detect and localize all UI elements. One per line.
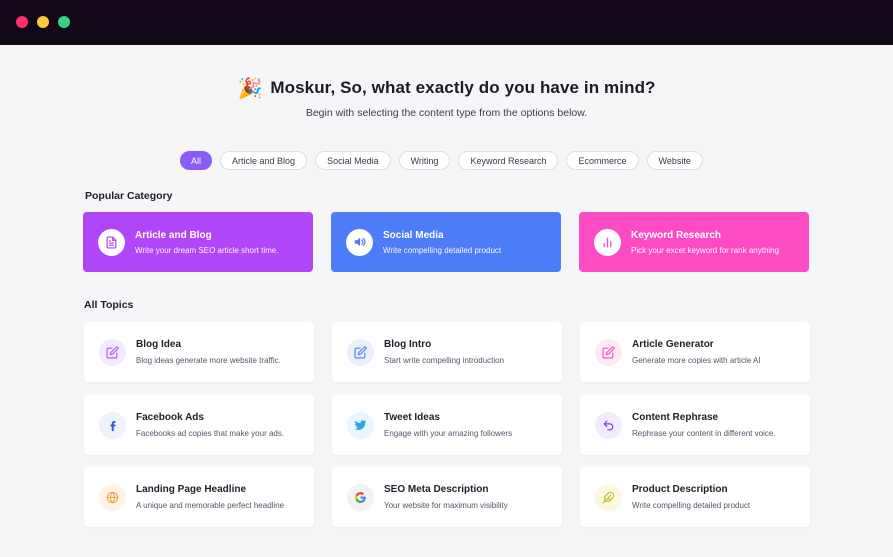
- content-type-filters: All Article and Blog Social Media Writin…: [180, 151, 703, 170]
- topic-card-title: Article Generator: [632, 339, 714, 350]
- page-subtitle: Begin with selecting the content type fr…: [305, 107, 588, 119]
- popular-card-article-and-blog[interactable]: Article and Blog Write your dream SEO ar…: [83, 212, 313, 272]
- topic-card-desc: Start write compelling introduction: [384, 356, 505, 365]
- undo-icon: [595, 411, 622, 439]
- filter-social-media[interactable]: Social Media: [315, 151, 391, 170]
- topic-card-desc: Write compelling detailed product: [632, 501, 751, 510]
- topic-card-seo-meta-description[interactable]: SEO Meta Description Your website for ma…: [332, 467, 562, 527]
- popular-card-desc: Write your dream SEO article short time.: [135, 245, 279, 255]
- popular-card-title: Article and Blog: [135, 229, 212, 241]
- topic-card-desc: Engage with your amazing followers: [384, 429, 513, 438]
- popular-card-desc: Write compelling detailed product: [383, 245, 502, 255]
- popular-category-heading: Popular Category: [85, 190, 173, 202]
- topic-card-title: Product Description: [632, 484, 728, 495]
- topic-card-desc: Blog ideas generate more website traffic…: [136, 356, 281, 365]
- topic-card-title: Blog Intro: [384, 339, 432, 350]
- topic-card-title: Tweet Ideas: [384, 412, 440, 423]
- bar-chart-icon: [594, 228, 621, 256]
- document-icon: [98, 228, 125, 256]
- feather-icon: [595, 483, 622, 511]
- topic-card-article-generator[interactable]: Article Generator Generate more copies w…: [580, 322, 810, 382]
- filter-website[interactable]: Website: [646, 151, 703, 170]
- megaphone-icon: [346, 228, 373, 256]
- filter-all[interactable]: All: [180, 151, 213, 170]
- filter-writing[interactable]: Writing: [398, 151, 451, 170]
- topic-card-landing-page-headline[interactable]: Landing Page Headline A unique and memor…: [84, 467, 314, 527]
- popular-card-social-media[interactable]: Social Media Write compelling detailed p…: [331, 212, 561, 272]
- filter-keyword-research[interactable]: Keyword Research: [458, 151, 559, 170]
- topic-card-facebook-ads[interactable]: Facebook Ads Facebooks ad copies that ma…: [84, 395, 314, 455]
- maximize-window-button[interactable]: [58, 16, 70, 28]
- topic-card-tweet-ideas[interactable]: Tweet Ideas Engage with your amazing fol…: [332, 395, 562, 455]
- minimize-window-button[interactable]: [37, 16, 49, 28]
- edit-icon: [347, 338, 374, 366]
- topic-card-content-rephrase[interactable]: Content Rephrase Rephrase your content i…: [580, 395, 810, 455]
- topic-card-desc: Facebooks ad copies that make your ads.: [136, 429, 285, 438]
- topic-card-desc: Generate more copies with article AI: [632, 356, 761, 365]
- page-title: Moskur, So, what exactly do you have in …: [270, 78, 656, 97]
- twitter-icon: [347, 411, 374, 439]
- window-titlebar: [0, 0, 893, 45]
- page-heading: 🎉 Moskur, So, what exactly do you have i…: [0, 76, 893, 100]
- filter-ecommerce[interactable]: Ecommerce: [566, 151, 639, 170]
- edit-icon: [99, 338, 126, 366]
- topic-card-desc: A unique and memorable perfect headline: [136, 501, 285, 510]
- facebook-icon: [99, 411, 126, 439]
- topic-card-product-description[interactable]: Product Description Write compelling det…: [580, 467, 810, 527]
- google-icon: [347, 483, 374, 511]
- topic-card-title: Content Rephrase: [632, 412, 719, 423]
- topic-card-title: Landing Page Headline: [136, 484, 247, 495]
- popular-card-keyword-research[interactable]: Keyword Research Pick your excet keyword…: [579, 212, 809, 272]
- edit-icon: [595, 338, 622, 366]
- popular-card-title: Social Media: [383, 229, 444, 241]
- all-topics-heading: All Topics: [84, 299, 134, 311]
- topic-card-desc: Your website for maximum visibility: [384, 501, 508, 510]
- topic-card-title: Facebook Ads: [136, 412, 204, 423]
- popular-card-desc: Pick your excet keyword for rank anythin…: [631, 245, 780, 255]
- topic-card-blog-idea[interactable]: Blog Idea Blog ideas generate more websi…: [84, 322, 314, 382]
- topic-card-title: SEO Meta Description: [384, 484, 489, 495]
- party-popper-icon: 🎉: [237, 76, 263, 100]
- filter-article-and-blog[interactable]: Article and Blog: [220, 151, 308, 170]
- topic-card-title: Blog Idea: [136, 339, 182, 350]
- popular-card-title: Keyword Research: [631, 229, 722, 241]
- topic-card-desc: Rephrase your content in different voice…: [632, 429, 776, 438]
- globe-icon: [99, 483, 126, 511]
- topic-card-blog-intro[interactable]: Blog Intro Start write compelling introd…: [332, 322, 562, 382]
- close-window-button[interactable]: [16, 16, 28, 28]
